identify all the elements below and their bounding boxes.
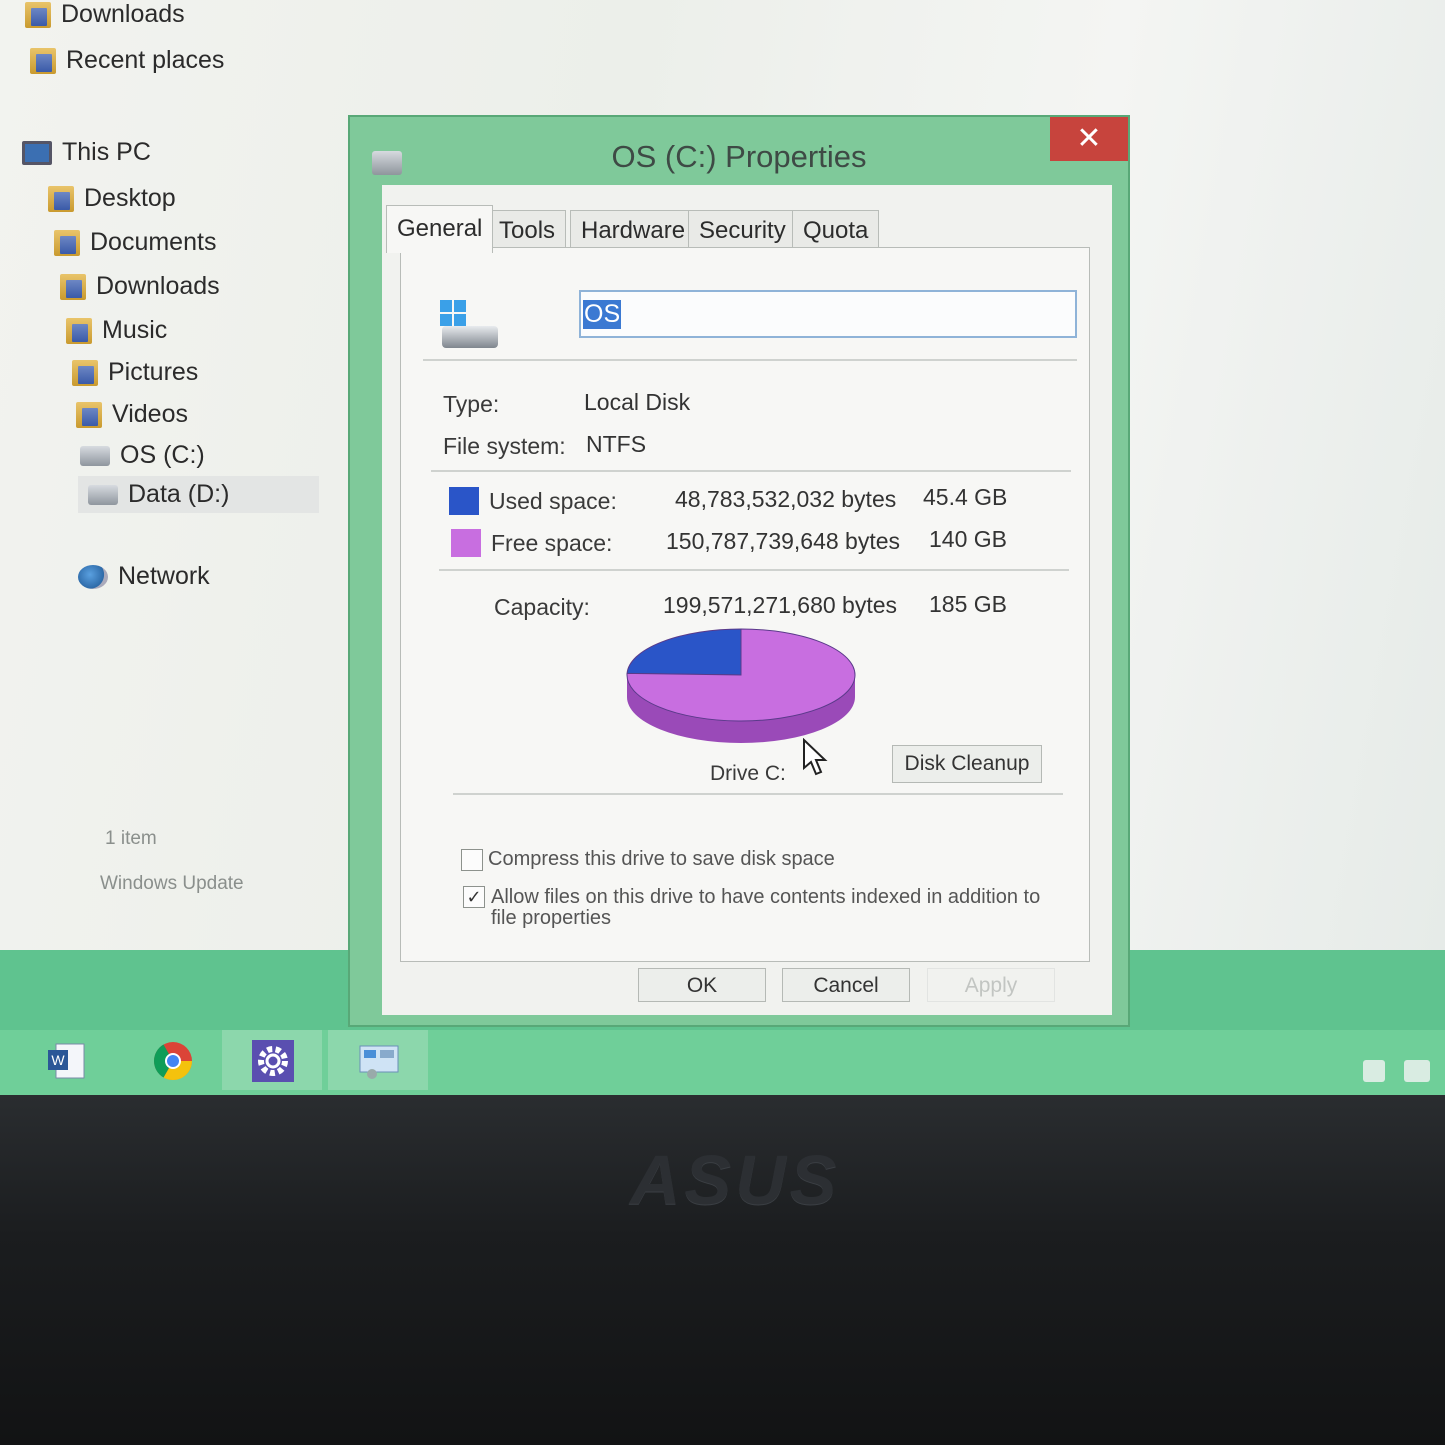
control-panel-icon <box>359 1045 399 1079</box>
used-space-gb: 45.4 GB <box>923 484 1008 510</box>
usage-pie-chart <box>626 628 856 743</box>
compress-label: Compress this drive to save disk space <box>488 848 835 870</box>
nav-item-music[interactable]: Music <box>66 316 167 345</box>
tray-icon[interactable] <box>1363 1060 1385 1082</box>
pictures-folder-icon <box>72 359 98 386</box>
tab-security[interactable]: Security <box>688 210 797 250</box>
file-system-label: File system: <box>443 433 566 459</box>
disk-cleanup-button[interactable]: Disk Cleanup <box>892 745 1042 783</box>
drive-caption: Drive C: <box>710 762 786 785</box>
dialog-body: General Tools Hardware Security Quota OS… <box>382 185 1112 1015</box>
nav-item-downloads-top[interactable]: Downloads <box>25 0 185 29</box>
taskbar-control-panel[interactable] <box>328 1030 428 1090</box>
tab-general[interactable]: General <box>386 205 494 253</box>
desktop-folder-icon <box>48 185 74 212</box>
nav-item-videos[interactable]: Videos <box>76 400 188 429</box>
divider <box>439 569 1069 571</box>
index-checkbox[interactable]: ✓ <box>463 886 485 908</box>
nav-item-network[interactable]: Network <box>78 562 210 591</box>
drive-icon <box>436 300 498 350</box>
cancel-button[interactable]: Cancel <box>782 968 910 1002</box>
network-icon <box>78 564 108 589</box>
tab-hardware[interactable]: Hardware <box>570 210 697 250</box>
taskbar-chrome[interactable] <box>122 1030 222 1090</box>
free-space-bytes: 150,787,739,648 bytes <box>666 528 901 554</box>
nav-item-data-d[interactable]: Data (D:) <box>78 476 320 513</box>
divider <box>453 793 1063 795</box>
divider <box>431 470 1071 472</box>
used-space-bytes: 48,783,532,032 bytes <box>675 486 897 512</box>
nav-item-downloads[interactable]: Downloads <box>60 272 220 301</box>
index-label-line2: file properties <box>491 907 612 929</box>
dialog-title: OS (C:) Properties <box>611 139 867 174</box>
word-icon: W <box>48 1043 85 1079</box>
divider <box>423 359 1077 361</box>
mouse-cursor-icon <box>803 738 828 776</box>
pie-slice-used <box>626 628 742 676</box>
nav-item-pictures[interactable]: Pictures <box>72 358 198 387</box>
taskbar-settings[interactable] <box>222 1030 322 1090</box>
capacity-label: Capacity: <box>494 594 590 620</box>
nav-item-documents[interactable]: Documents <box>54 228 216 257</box>
nav-item-desktop[interactable]: Desktop <box>48 184 176 213</box>
capacity-bytes: 199,571,271,680 bytes <box>663 592 898 618</box>
properties-dialog: OS (C:) Properties ✕ General Tools Hardw… <box>348 115 1130 1027</box>
type-label: Type: <box>443 391 500 417</box>
compress-checkbox[interactable] <box>461 849 483 871</box>
navigation-pane: Downloads Recent places This PC Desktop … <box>0 0 330 940</box>
music-folder-icon <box>66 317 92 344</box>
taskbar-word[interactable]: W <box>16 1030 116 1090</box>
tab-tools[interactable]: Tools <box>488 210 567 250</box>
settings-icon <box>252 1040 294 1082</box>
windows-update-label: Windows Update <box>100 873 244 894</box>
file-system-value: NTFS <box>586 431 647 457</box>
screen: Downloads Recent places This PC Desktop … <box>0 0 1445 1095</box>
general-tab-panel: OS Type: Local Disk File system: NTFS Us… <box>400 247 1090 962</box>
type-value: Local Disk <box>584 389 691 415</box>
system-drive-icon <box>80 445 110 466</box>
apply-button[interactable]: Apply <box>927 968 1055 1002</box>
nav-item-os-c[interactable]: OS (C:) <box>80 441 205 470</box>
tab-quota[interactable]: Quota <box>792 210 880 250</box>
nav-item-recent-places[interactable]: Recent places <box>30 46 224 75</box>
tray-flag-icon[interactable] <box>1404 1060 1430 1082</box>
item-count: 1 item <box>105 828 157 849</box>
svg-text:W: W <box>51 1052 65 1068</box>
close-button[interactable]: ✕ <box>1050 117 1128 161</box>
downloads-folder-icon <box>60 273 86 300</box>
index-label-line1: Allow files on this drive to have conten… <box>491 886 1041 908</box>
documents-folder-icon <box>54 229 80 256</box>
free-space-swatch <box>451 529 481 557</box>
used-space-label: Used space: <box>489 488 617 514</box>
free-space-gb: 140 GB <box>929 526 1007 552</box>
nav-item-this-pc[interactable]: This PC <box>22 138 151 167</box>
brand-logo: ASUS <box>630 1141 841 1219</box>
videos-folder-icon <box>76 401 102 428</box>
free-space-label: Free space: <box>491 530 613 556</box>
ok-button[interactable]: OK <box>638 968 766 1002</box>
recent-places-icon <box>30 47 56 74</box>
computer-icon <box>22 140 52 165</box>
used-space-swatch <box>449 487 479 515</box>
capacity-gb: 185 GB <box>929 591 1007 617</box>
chrome-icon <box>153 1042 193 1081</box>
drive-icon <box>88 484 118 505</box>
downloads-folder-icon <box>25 1 51 28</box>
drive-name-input[interactable] <box>579 290 1077 338</box>
taskbar: W <box>0 1030 1445 1095</box>
